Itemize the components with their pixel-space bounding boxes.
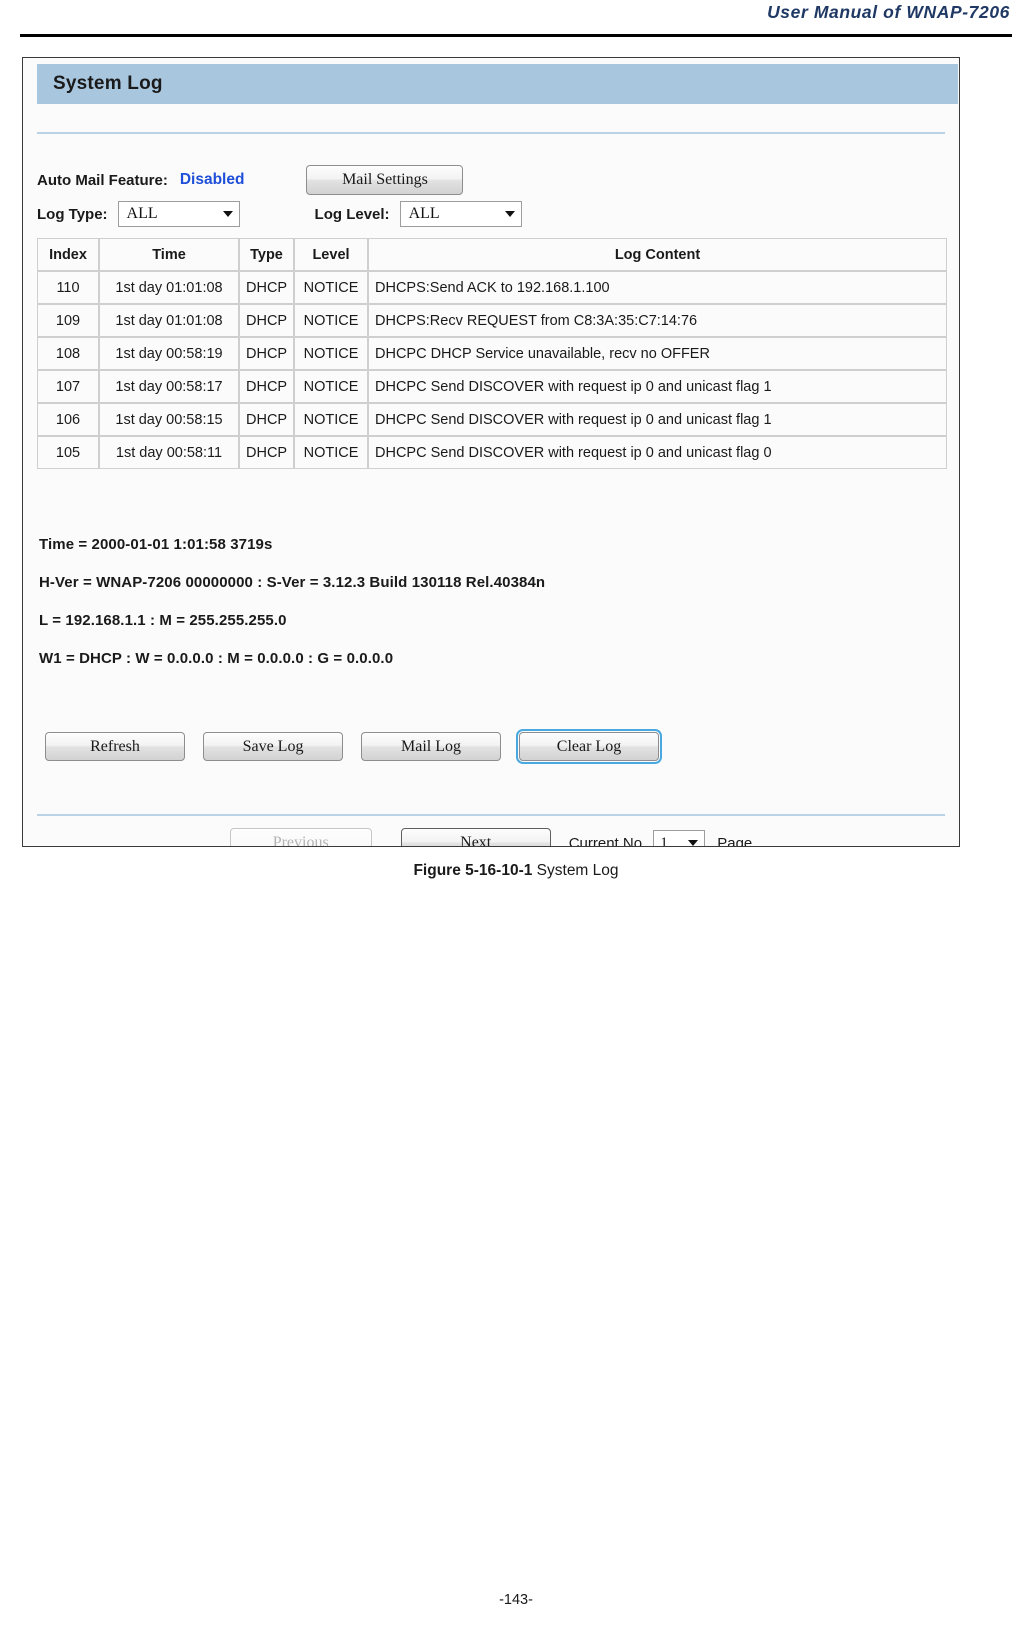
cell-time: 1st day 01:01:08 xyxy=(99,271,239,304)
table-row: 108 1st day 00:58:19 DHCP NOTICE DHCPC D… xyxy=(37,337,947,370)
log-type-selected-value: ALL xyxy=(126,205,158,222)
cell-log-content: DHCPC Send DISCOVER with request ip 0 an… xyxy=(368,370,947,403)
log-level-selected-value: ALL xyxy=(408,205,440,222)
document-header-title: User Manual of WNAP-7206 xyxy=(767,2,1010,22)
page-number: -143- xyxy=(499,1592,533,1608)
table-row: 105 1st day 00:58:11 DHCP NOTICE DHCPC S… xyxy=(37,436,947,469)
log-action-buttons: Refresh Save Log Mail Log Clear Log xyxy=(45,729,677,764)
table-header-row: Index Time Type Level Log Content xyxy=(37,238,947,271)
table-header: Index Time Type Level Log Content xyxy=(37,238,947,271)
column-header-time: Time xyxy=(99,238,239,271)
table-row: 110 1st day 01:01:08 DHCP NOTICE DHCPS:S… xyxy=(37,271,947,304)
figure-caption: Figure 5-16-10-1 System Log xyxy=(0,862,1032,880)
cell-level: NOTICE xyxy=(294,271,368,304)
cell-type: DHCP xyxy=(239,403,294,436)
cell-type: DHCP xyxy=(239,337,294,370)
cell-time: 1st day 00:58:15 xyxy=(99,403,239,436)
cell-index: 106 xyxy=(37,403,99,436)
cell-type: DHCP xyxy=(239,271,294,304)
cell-log-content: DHCPC DHCP Service unavailable, recv no … xyxy=(368,337,947,370)
column-header-type: Type xyxy=(239,238,294,271)
mail-log-button[interactable]: Mail Log xyxy=(361,732,501,761)
log-type-label: Log Type: xyxy=(37,205,108,223)
cell-index: 109 xyxy=(37,304,99,337)
document-header-rule xyxy=(20,34,1012,37)
cell-type: DHCP xyxy=(239,370,294,403)
current-page-select[interactable]: 1 xyxy=(653,830,706,847)
clear-log-button[interactable]: Clear Log xyxy=(516,729,662,764)
cell-index: 110 xyxy=(37,271,99,304)
column-header-log-content: Log Content xyxy=(368,238,947,271)
cell-time: 1st day 00:58:19 xyxy=(99,337,239,370)
table-row: 106 1st day 00:58:15 DHCP NOTICE DHCPC S… xyxy=(37,403,947,436)
system-log-panel: System Log Auto Mail Feature: Disabled M… xyxy=(22,57,960,847)
cell-time: 1st day 00:58:11 xyxy=(99,436,239,469)
cell-time: 1st day 01:01:08 xyxy=(99,304,239,337)
log-filters-row: Log Type: ALL Log Level: ALL xyxy=(37,197,945,231)
table-body: 110 1st day 01:01:08 DHCP NOTICE DHCPS:S… xyxy=(37,271,947,469)
log-level-label: Log Level: xyxy=(314,205,390,223)
system-log-table: Index Time Type Level Log Content 110 1s… xyxy=(37,238,947,469)
table-row: 107 1st day 00:58:17 DHCP NOTICE DHCPC S… xyxy=(37,370,947,403)
cell-level: NOTICE xyxy=(294,370,368,403)
cell-log-content: DHCPC Send DISCOVER with request ip 0 an… xyxy=(368,436,947,469)
current-no-label: Current No. xyxy=(568,834,647,847)
table-row: 109 1st day 01:01:08 DHCP NOTICE DHCPS:R… xyxy=(37,304,947,337)
cell-time: 1st day 00:58:17 xyxy=(99,370,239,403)
log-level-select[interactable]: ALL xyxy=(399,201,522,227)
panel-top-divider xyxy=(37,132,945,134)
cell-level: NOTICE xyxy=(294,337,368,370)
info-line-wan: W1 = DHCP : W = 0.0.0.0 : M = 0.0.0.0 : … xyxy=(39,650,394,667)
cell-type: DHCP xyxy=(239,436,294,469)
chevron-down-icon xyxy=(217,211,239,217)
pager-divider xyxy=(37,814,945,816)
refresh-button[interactable]: Refresh xyxy=(45,732,185,761)
auto-mail-row: Auto Mail Feature: Disabled Mail Setting… xyxy=(37,163,945,197)
system-info-block: Time = 2000-01-01 1:01:58 3719s H-Ver = … xyxy=(39,536,945,688)
column-header-level: Level xyxy=(294,238,368,271)
cell-log-content: DHCPC Send DISCOVER with request ip 0 an… xyxy=(368,403,947,436)
cell-index: 105 xyxy=(37,436,99,469)
pagination-bar: Previous Next Current No. 1 Page xyxy=(23,828,959,847)
column-header-index: Index xyxy=(37,238,99,271)
next-page-button[interactable]: Next xyxy=(400,828,551,846)
figure-caption-label: Figure 5-16-10-1 xyxy=(413,862,533,879)
info-line-lan: L = 192.168.1.1 : M = 255.255.255.0 xyxy=(39,612,287,629)
cell-level: NOTICE xyxy=(294,304,368,337)
log-type-select[interactable]: ALL xyxy=(117,201,240,227)
auto-mail-feature-label: Auto Mail Feature: xyxy=(37,171,168,189)
cell-index: 107 xyxy=(37,370,99,403)
current-page-value: 1 xyxy=(660,834,668,847)
panel-title-bar: System Log xyxy=(37,64,958,104)
cell-type: DHCP xyxy=(239,304,294,337)
auto-mail-feature-value: Disabled xyxy=(179,171,245,188)
save-log-button[interactable]: Save Log xyxy=(203,732,343,761)
page-title: System Log xyxy=(53,73,163,94)
chevron-down-icon xyxy=(499,211,521,217)
info-line-version: H-Ver = WNAP-7206 00000000 : S-Ver = 3.1… xyxy=(39,574,546,591)
chevron-down-icon xyxy=(682,840,704,846)
cell-index: 108 xyxy=(37,337,99,370)
cell-level: NOTICE xyxy=(294,403,368,436)
info-line-time: Time = 2000-01-01 1:01:58 3719s xyxy=(39,536,273,553)
document-header: User Manual of WNAP-7206 xyxy=(0,0,1032,44)
cell-level: NOTICE xyxy=(294,436,368,469)
figure-caption-text: System Log xyxy=(536,862,619,879)
cell-log-content: DHCPS:Send ACK to 192.168.1.100 xyxy=(368,271,947,304)
log-settings-section: Auto Mail Feature: Disabled Mail Setting… xyxy=(37,163,945,231)
previous-page-button[interactable]: Previous xyxy=(229,828,372,846)
page-word-label: Page xyxy=(717,834,753,847)
mail-settings-button[interactable]: Mail Settings xyxy=(306,165,464,195)
cell-log-content: DHCPS:Recv REQUEST from C8:3A:35:C7:14:7… xyxy=(368,304,947,337)
